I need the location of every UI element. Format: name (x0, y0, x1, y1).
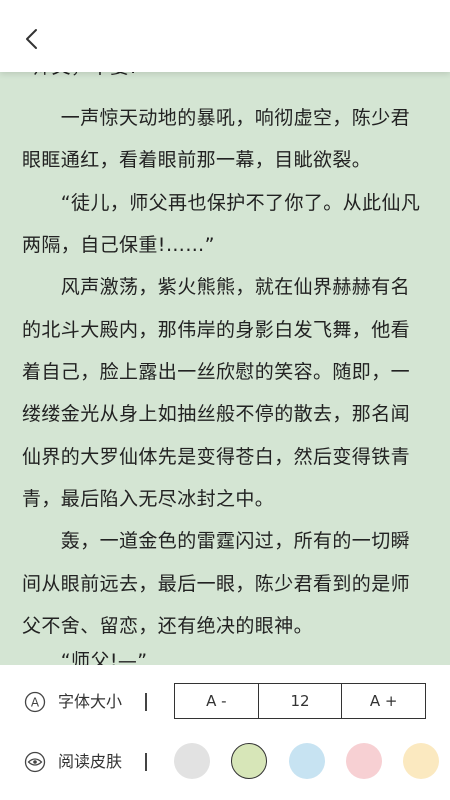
text-line: “徒儿，师父再也保护不了你了。从此仙凡 (22, 192, 421, 214)
row-separator (145, 753, 147, 771)
letter-a-icon: A (24, 691, 46, 713)
font-size-value: 12 (257, 684, 342, 718)
reading-settings-panel: A 字体大小 A - 12 A + 阅读皮肤 (0, 665, 450, 800)
text-line: 的北斗大殿内，那伟岸的身影白发飞舞，他看 (22, 319, 411, 341)
letter-a-glyph: A (31, 696, 40, 710)
text-line: 两隔，自己保重!……” (22, 234, 215, 256)
chevron-left-icon (26, 29, 37, 49)
skin-swatch-2[interactable] (231, 743, 267, 779)
font-size-row: A 字体大小 A - 12 A + (0, 673, 450, 729)
text-line: 轰，一道金色的雷霆闪过，所有的一切瞬 (22, 530, 411, 552)
eye-icon (24, 751, 46, 773)
text-line: 着自己，脸上露出一丝欣慰的笑容。随即，一 (22, 361, 411, 383)
text-line: “师父!—” (22, 650, 148, 665)
text-line: 仙界的大罗仙体先是变得苍白，然后变得铁青 (22, 446, 411, 468)
text-line: 眼眶通红，看着眼前那一幕，目眦欲裂。 (22, 149, 372, 171)
row-separator (145, 693, 147, 711)
top-bar (0, 0, 450, 72)
font-increase-button[interactable]: A + (341, 684, 425, 718)
reading-content[interactable]: “师父，不要!—” 一声惊天动地的暴吼，响彻虚空，陈少君 眼眶通红，看着眼前那一… (0, 0, 450, 665)
skin-swatch-5[interactable] (403, 743, 439, 779)
text-line: 间从眼前远去，最后一眼，陈少君看到的是师 (22, 573, 411, 595)
font-size-label: 字体大小 (58, 692, 123, 711)
back-button[interactable] (16, 24, 46, 54)
font-size-stepper: A - 12 A + (174, 683, 426, 719)
reading-skin-label: 阅读皮肤 (58, 752, 123, 771)
reader-screen: “师父，不要!—” 一声惊天动地的暴吼，响彻虚空，陈少君 眼眶通红，看着眼前那一… (0, 0, 450, 800)
text-line: 青，最后陷入无尽冰封之中。 (22, 488, 275, 510)
text-line: 风声激荡，紫火熊熊，就在仙界赫赫有名 (22, 276, 411, 298)
reading-skin-row: 阅读皮肤 (0, 733, 450, 789)
skin-swatch-1[interactable] (174, 743, 210, 779)
font-decrease-button[interactable]: A - (175, 684, 258, 718)
skin-swatch-4[interactable] (346, 743, 382, 779)
skin-swatch-3[interactable] (289, 743, 325, 779)
text-line: 一声惊天动地的暴吼，响彻虚空，陈少君 (22, 107, 411, 129)
text-line: 缕缕金光从身上如抽丝般不停的散去，那名闻 (22, 403, 411, 425)
